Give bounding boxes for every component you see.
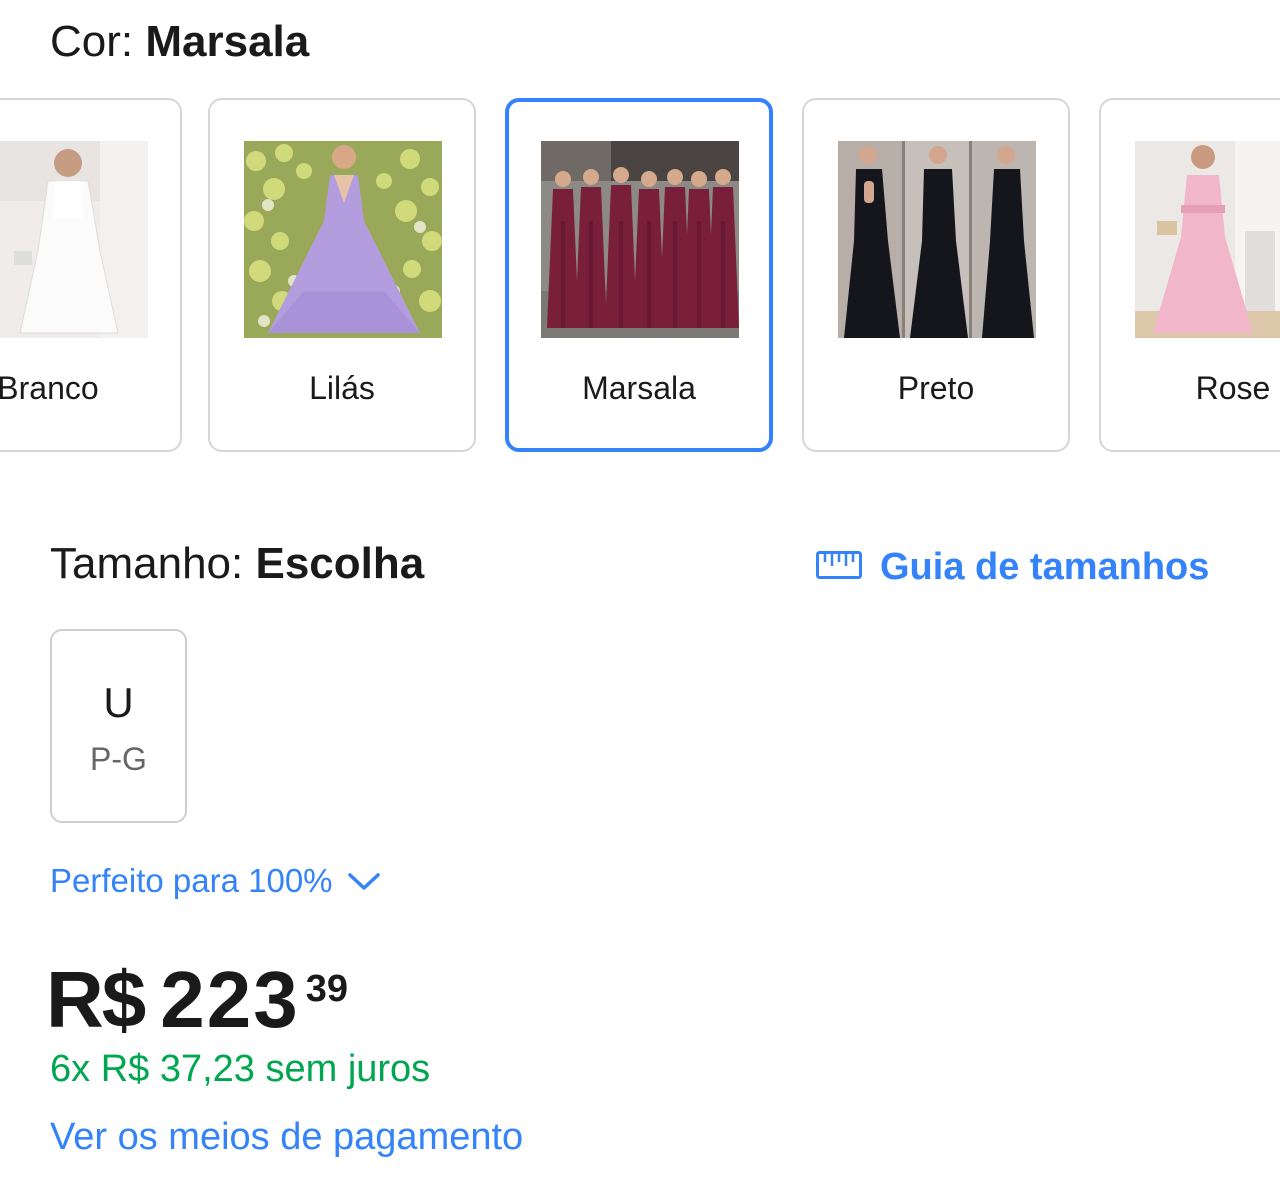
color-option-marsala[interactable]: Marsala (505, 98, 773, 452)
color-option-rose[interactable]: Rose (1099, 98, 1280, 452)
color-option-preto[interactable]: Preto (802, 98, 1070, 452)
color-option-label: Marsala (582, 370, 696, 406)
color-thumbnail-rose (1135, 141, 1280, 338)
size-option-main: U (103, 679, 134, 726)
color-option-lilas[interactable]: Lilás (208, 98, 476, 452)
ruler-icon (816, 551, 862, 584)
size-header: Tamanho: Escolha (50, 536, 424, 592)
size-option-sub: P-G (90, 741, 147, 777)
price-currency: R$ (46, 955, 146, 1044)
color-thumbnail-preto (838, 141, 1036, 338)
color-swatch-row: Branco Lilás Marsala Preto Rose (0, 98, 1280, 456)
color-option-label: Branco (0, 370, 99, 406)
color-option-label: Preto (897, 370, 975, 406)
price-integer: 223 (160, 955, 300, 1044)
fit-toggle[interactable]: Perfeito para 100% (50, 862, 381, 900)
variation-picker: Cor: Marsala Branco Lilás Marsala Preto … (0, 0, 1280, 1198)
price: R$ 223 39 (46, 952, 348, 1048)
size-guide-label: Guia de tamanhos (880, 546, 1210, 588)
color-option-label: Lilás (309, 370, 375, 406)
fit-label: Perfeito para 100% (50, 862, 333, 899)
chevron-down-icon (347, 862, 381, 900)
color-thumbnail-branco (0, 141, 148, 338)
size-option-u[interactable]: U P-G (50, 629, 187, 823)
color-option-branco[interactable]: Branco (0, 98, 182, 452)
size-selected-value: Escolha (255, 539, 425, 588)
color-header: Cor: Marsala (50, 14, 309, 70)
installments-text: 6x R$ 37,23 sem juros (50, 1048, 431, 1090)
color-option-label: Rose (1195, 370, 1271, 406)
color-selected-value: Marsala (145, 17, 310, 66)
size-guide-link[interactable]: Guia de tamanhos (816, 546, 1209, 589)
price-cents: 39 (305, 968, 349, 1010)
color-thumbnail-lilas (244, 141, 442, 338)
payment-methods-link[interactable]: Ver os meios de pagamento (50, 1116, 523, 1159)
color-thumbnail-marsala (541, 141, 739, 338)
size-label: Tamanho: (50, 539, 256, 588)
color-label: Cor: (50, 17, 146, 66)
